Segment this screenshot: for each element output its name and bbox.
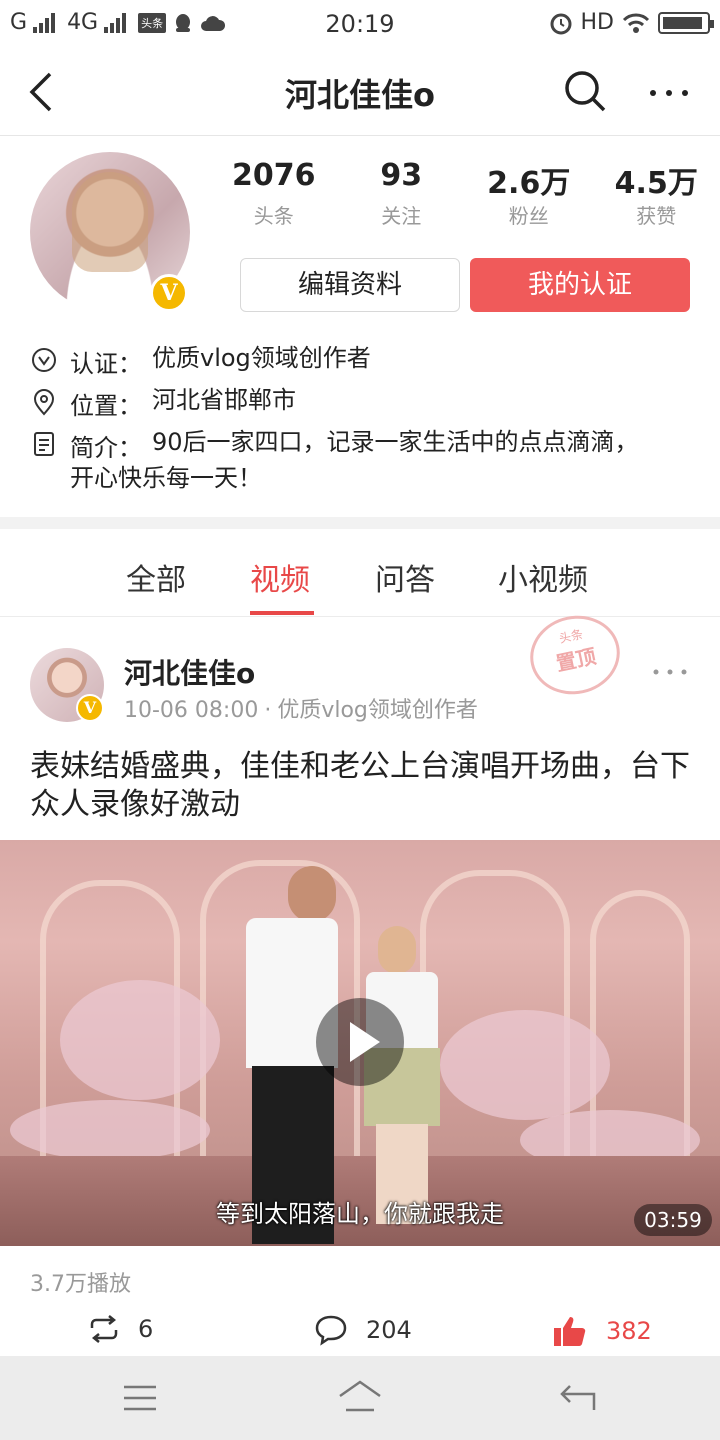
certification-key: 认证： <box>70 350 142 378</box>
page-title: 河北佳佳o <box>285 76 435 114</box>
repost-icon <box>90 1315 118 1343</box>
stat-value: 2076 <box>232 158 316 193</box>
section-divider <box>0 517 720 529</box>
post-title[interactable]: 表妹结婚盛典，佳佳和老公上台演唱开场曲，台下众人录像好激动 <box>30 748 690 824</box>
comment-button[interactable]: 204 <box>314 1314 412 1346</box>
document-icon <box>34 432 54 456</box>
home-icon[interactable] <box>336 1378 384 1418</box>
tab-all[interactable]: 全部 <box>126 555 186 599</box>
video-person <box>378 926 416 974</box>
stat-label: 获赞 <box>636 204 677 228</box>
stat-value: 4.5万 <box>614 166 698 201</box>
status-bar-right: HD <box>549 10 714 35</box>
thumbs-up-icon <box>554 1317 586 1346</box>
edit-profile-button[interactable]: 编辑资料 <box>240 258 460 312</box>
post-author-tag: 优质vlog领域创作者 <box>277 698 478 723</box>
share-button[interactable]: 6 <box>88 1314 153 1344</box>
menu-icon[interactable] <box>122 1384 158 1412</box>
stat-following[interactable]: 93 关注 <box>338 158 466 229</box>
search-icon[interactable] <box>562 68 608 114</box>
comment-icon <box>315 1315 347 1346</box>
back-nav-icon[interactable] <box>558 1380 598 1416</box>
info-location: 位置： 河北省邯郸市 <box>30 386 712 421</box>
location-key: 位置： <box>70 392 142 420</box>
profile-stats: 2076 头条 93 关注 2.6万 粉丝 4.5万 获赞 <box>210 158 720 229</box>
stat-articles[interactable]: 2076 头条 <box>210 158 338 229</box>
stat-likes[interactable]: 4.5万 获赞 <box>593 158 720 229</box>
post-more-icon[interactable] <box>652 660 688 684</box>
verified-badge-icon: V <box>150 274 188 312</box>
post-time: 10-06 08:00 <box>124 698 259 723</box>
tab-video[interactable]: 视频 <box>250 555 310 599</box>
intro-value-continued: 开心快乐每一天！ <box>70 464 262 492</box>
meta-separator: · <box>264 698 272 723</box>
tab-short-video[interactable]: 小视频 <box>498 555 588 599</box>
share-count: 6 <box>138 1315 154 1343</box>
play-count: 3.7万播放 <box>30 1272 131 1297</box>
verified-badge-icon: V <box>76 694 104 722</box>
alarm-icon <box>550 13 572 34</box>
certification-value: 优质vlog领域创作者 <box>152 344 371 372</box>
status-bar: G 4G 头条 20:19 HD <box>0 0 720 50</box>
location-pin-icon <box>33 389 55 416</box>
stat-followers[interactable]: 2.6万 粉丝 <box>465 158 593 229</box>
my-verification-button[interactable]: 我的认证 <box>470 258 690 312</box>
stat-label: 关注 <box>381 204 422 228</box>
stat-value: 2.6万 <box>487 166 571 201</box>
nav-bar: 河北佳佳o <box>0 50 720 136</box>
video-duration: 03:59 <box>634 1204 712 1236</box>
post-meta: 10-06 08:00 · 优质vlog领域创作者 <box>124 692 478 724</box>
like-count: 382 <box>606 1317 652 1345</box>
more-icon[interactable] <box>646 70 692 116</box>
post-author-name[interactable]: 河北佳佳o <box>124 652 255 692</box>
wifi-icon <box>622 13 650 33</box>
video-subtitle: 等到太阳落山，你就跟我走 <box>216 1200 504 1228</box>
battery-icon <box>658 11 714 34</box>
tab-qa[interactable]: 问答 <box>375 555 435 599</box>
system-nav-bar <box>0 1356 720 1440</box>
video-person <box>288 866 336 922</box>
stat-label: 头条 <box>253 204 294 228</box>
info-certification: 认证： 优质vlog领域创作者 <box>30 344 712 379</box>
stat-value: 93 <box>380 158 423 193</box>
location-value: 河北省邯郸市 <box>152 386 296 414</box>
intro-value: 90后一家四口，记录一家生活中的点点滴滴， <box>152 428 639 456</box>
comment-count: 204 <box>366 1316 412 1344</box>
hd-label: HD <box>580 10 614 35</box>
pinned-stamp: 头条 置顶 <box>522 607 628 703</box>
certification-icon <box>32 348 56 372</box>
content-tabs: 全部 视频 问答 小视频 <box>0 529 720 617</box>
play-icon[interactable] <box>316 998 404 1086</box>
active-tab-indicator <box>250 611 314 615</box>
stat-label: 粉丝 <box>508 204 549 228</box>
like-button[interactable]: 382 <box>552 1314 652 1348</box>
